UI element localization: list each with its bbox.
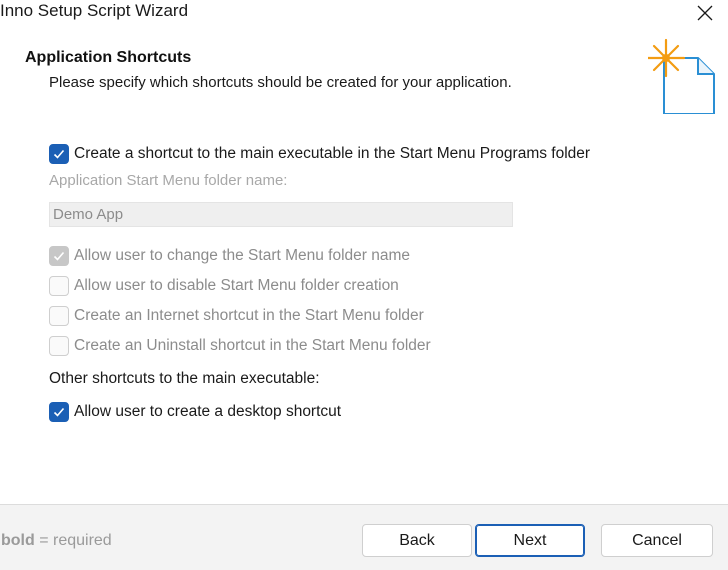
option-change-folder-checkbox[interactable] xyxy=(49,246,69,266)
option-internet-shortcut-row[interactable]: Create an Internet shortcut in the Start… xyxy=(49,305,424,327)
wizard-footer: bold = required Back Next Cancel xyxy=(0,504,728,570)
document-sparkle-icon xyxy=(648,38,715,114)
close-icon xyxy=(697,5,713,21)
title-bar: Inno Setup Script Wizard xyxy=(0,0,728,32)
checkmark-icon xyxy=(53,149,65,159)
main-shortcut-label: Create a shortcut to the main executable… xyxy=(74,145,591,162)
option-internet-shortcut-label: Create an Internet shortcut in the Start… xyxy=(74,307,424,324)
option-disable-folder-label: Allow user to disable Start Menu folder … xyxy=(74,277,399,294)
desktop-shortcut-label: Allow user to create a desktop shortcut xyxy=(74,403,342,420)
other-shortcuts-label: Other shortcuts to the main executable: xyxy=(49,370,320,387)
desktop-shortcut-row[interactable]: Allow user to create a desktop shortcut xyxy=(49,401,341,423)
page-subtitle: Please specify which shortcuts should be… xyxy=(49,74,512,91)
desktop-shortcut-checkbox[interactable] xyxy=(49,402,69,422)
option-disable-folder-checkbox[interactable] xyxy=(49,276,69,296)
required-note: bold = required xyxy=(1,532,112,550)
main-shortcut-checkbox-row[interactable]: Create a shortcut to the main executable… xyxy=(49,143,590,165)
option-disable-folder-row[interactable]: Allow user to disable Start Menu folder … xyxy=(49,275,399,297)
option-uninstall-shortcut-row[interactable]: Create an Uninstall shortcut in the Star… xyxy=(49,335,431,357)
required-note-rest: = required xyxy=(34,532,112,549)
required-note-bold: bold xyxy=(1,532,35,549)
option-change-folder-label: Allow user to change the Start Menu fold… xyxy=(74,247,411,264)
option-internet-shortcut-checkbox[interactable] xyxy=(49,306,69,326)
window-title: Inno Setup Script Wizard xyxy=(0,1,189,20)
back-button[interactable]: Back xyxy=(362,524,472,557)
checkmark-icon xyxy=(53,407,65,417)
option-uninstall-shortcut-label: Create an Uninstall shortcut in the Star… xyxy=(74,337,431,354)
page-header: Application Shortcuts Please specify whi… xyxy=(0,32,728,120)
option-uninstall-shortcut-checkbox[interactable] xyxy=(49,336,69,356)
option-change-folder-row[interactable]: Allow user to change the Start Menu fold… xyxy=(49,245,410,267)
page-title: Application Shortcuts xyxy=(25,49,192,66)
main-shortcut-checkbox[interactable] xyxy=(49,144,69,164)
shortcuts-panel: Create a shortcut to the main executable… xyxy=(0,120,728,504)
folder-name-label: Application Start Menu folder name: xyxy=(49,172,288,189)
cancel-button[interactable]: Cancel xyxy=(601,524,713,557)
checkmark-icon xyxy=(53,251,65,261)
close-button[interactable] xyxy=(682,0,728,26)
folder-name-input[interactable] xyxy=(49,202,513,227)
next-button[interactable]: Next xyxy=(475,524,585,557)
